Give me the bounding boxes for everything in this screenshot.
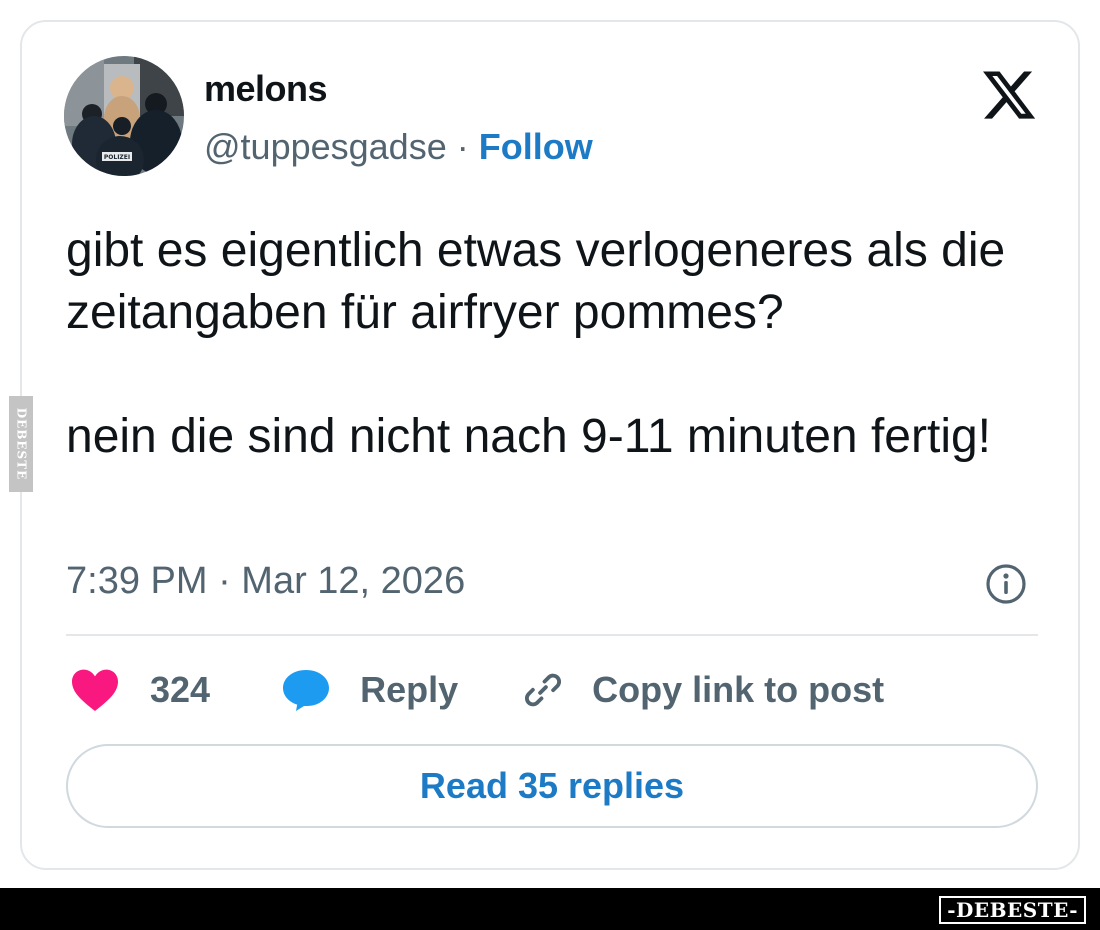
handle-row: @tuppesgadse · Follow (204, 126, 593, 168)
divider (66, 634, 1038, 636)
info-icon[interactable] (984, 562, 1028, 606)
like-button[interactable]: 324 (70, 668, 282, 712)
heart-icon (72, 669, 118, 711)
display-name[interactable]: melons (204, 68, 328, 110)
avatar-photo: POLIZEI (64, 56, 184, 176)
follow-button[interactable]: Follow (479, 126, 593, 167)
like-count: 324 (150, 669, 211, 710)
handle-separator: · (446, 126, 479, 167)
avatar-badge-text: POLIZEI (104, 154, 130, 161)
tweet-text: gibt es eigentlich etwas verlogeneres al… (66, 220, 1056, 468)
link-icon (525, 673, 562, 707)
reply-button[interactable]: Reply (282, 668, 520, 712)
tweet-timestamp[interactable]: 7:39 PM · Mar 12, 2026 (66, 560, 465, 603)
tweet-paragraph: nein die sind nicht nach 9-11 minuten fe… (66, 410, 992, 463)
bottom-watermark-bar: -DEBESTE- (0, 888, 1100, 930)
watermark-logo: -DEBESTE- (939, 896, 1086, 924)
copy-link-button[interactable]: Copy link to post (520, 667, 884, 713)
avatar[interactable]: POLIZEI (64, 56, 184, 176)
action-bar: 324 Reply Copy link to post (70, 662, 884, 718)
side-watermark: DEBESTE (9, 396, 33, 492)
copy-link-label: Copy link to post (592, 669, 885, 710)
reply-bubble-icon (283, 670, 330, 711)
read-replies-button[interactable]: Read 35 replies (66, 744, 1038, 828)
tweet-card: POLIZEI melons @tuppesgadse · Follow gib… (20, 20, 1080, 870)
reply-label: Reply (360, 669, 459, 710)
user-handle[interactable]: @tuppesgadse (204, 126, 447, 167)
read-replies-label: Read 35 replies (419, 765, 685, 806)
tweet-paragraph: gibt es eigentlich etwas verlogeneres al… (66, 224, 1006, 339)
x-logo-icon[interactable] (980, 66, 1038, 124)
side-watermark-text: DEBESTE (14, 407, 28, 481)
